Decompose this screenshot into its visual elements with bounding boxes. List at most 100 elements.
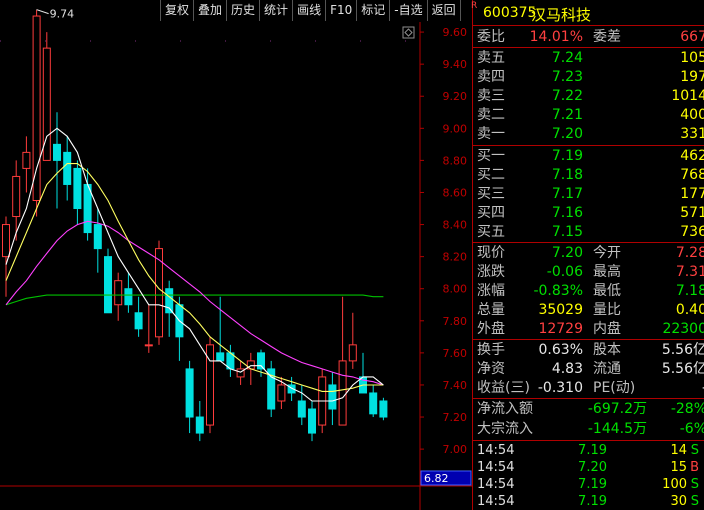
block-inflow-row: 大宗流入 -144.5万 -6% bbox=[473, 419, 704, 439]
quote-row: 涨跌 -0.06 最高 7.31 bbox=[473, 262, 704, 282]
y-tick-label: 9.40 bbox=[443, 58, 468, 71]
label: 涨幅 bbox=[477, 283, 505, 299]
ask-row: 卖四 7.23 197 bbox=[473, 67, 704, 87]
divider bbox=[473, 440, 704, 441]
f10-button[interactable]: F10 bbox=[326, 0, 358, 21]
y-tick-label: 7.40 bbox=[443, 379, 468, 392]
y-tick-label: 9.20 bbox=[443, 90, 468, 103]
candle-body-up bbox=[114, 280, 123, 306]
bid-price: 7.15 bbox=[551, 224, 583, 240]
tick-time: 14:54 bbox=[477, 460, 515, 475]
value: -697.2万 bbox=[587, 401, 647, 417]
statistics-button[interactable]: 统计 bbox=[260, 0, 294, 21]
tick-time: 14:54 bbox=[477, 443, 515, 458]
value: 667 bbox=[680, 29, 704, 45]
quote-row: 现价 7.20 今开 7.28 bbox=[473, 243, 704, 263]
label: 现价 bbox=[477, 245, 505, 261]
label: 委比 bbox=[477, 29, 505, 45]
bid-volume: 177 bbox=[680, 186, 704, 202]
stats-row: 换手 0.63% 股本 5.56亿 bbox=[473, 340, 704, 360]
label: 量比 bbox=[593, 302, 621, 318]
commission-ratio-row: 委比 14.01% 委差 667 bbox=[473, 27, 704, 47]
restore-rights-button[interactable]: 复权 bbox=[160, 0, 195, 21]
value: 5.56亿 bbox=[661, 342, 704, 358]
value: 7.31 bbox=[675, 264, 704, 280]
label: 净资 bbox=[477, 361, 505, 377]
candle-body-down bbox=[369, 392, 378, 415]
overlay-button[interactable]: 叠加 bbox=[194, 0, 228, 21]
quote-row: 总量 35029 量比 0.40 bbox=[473, 300, 704, 320]
y-tick-label: 9.00 bbox=[443, 122, 468, 135]
mark-button[interactable]: 标记 bbox=[357, 0, 391, 21]
candle-body-down bbox=[328, 384, 337, 410]
bid-row: 买三 7.17 177 bbox=[473, 184, 704, 204]
back-button[interactable]: 返回 bbox=[428, 0, 461, 21]
bid-price: 7.17 bbox=[551, 186, 583, 202]
max-price-pointer bbox=[36, 9, 49, 15]
ask-volume: 105 bbox=[680, 50, 704, 66]
tick-price: 7.19 bbox=[578, 477, 607, 492]
tick-time: 14:54 bbox=[477, 477, 515, 492]
chart-toolbar: 复权 叠加 历史 统计 画线 F10 标记 -自选 返回 bbox=[160, 0, 461, 22]
kline-chart-area[interactable]: 9.60 9.40 9.20 9.00 8.80 8.60 8.40 8.20 8.00 7.80… bbox=[0, 0, 472, 510]
tick-row: 14:54 7.20 15 B bbox=[473, 459, 704, 476]
candle-body-down bbox=[379, 400, 388, 418]
y-tick-label: 7.20 bbox=[443, 411, 468, 424]
percent: -28% bbox=[670, 401, 704, 417]
tick-price: 7.20 bbox=[578, 460, 607, 475]
candle-body-down bbox=[216, 352, 225, 362]
value: 35029 bbox=[538, 302, 583, 318]
chart-settings-icon[interactable] bbox=[402, 26, 415, 39]
ask-label: 卖二 bbox=[477, 107, 505, 123]
y-tick-label: 8.20 bbox=[443, 251, 468, 264]
candle-body-up bbox=[277, 384, 286, 402]
label: 换手 bbox=[477, 342, 505, 358]
tick-price: 7.19 bbox=[578, 443, 607, 458]
bid-row: 买二 7.18 768 bbox=[473, 165, 704, 185]
candle-body-down bbox=[165, 288, 174, 314]
stock-code: 600375 bbox=[483, 5, 537, 21]
label: 今开 bbox=[593, 245, 621, 261]
tick-row: 14:54 7.19 14 S bbox=[473, 442, 704, 459]
ma10-line bbox=[5, 163, 384, 392]
label: 收益(三) bbox=[477, 380, 530, 396]
ask-label: 卖一 bbox=[477, 126, 505, 142]
bid-volume: 462 bbox=[680, 148, 704, 164]
net-inflow-row: 净流入额 -697.2万 -28% bbox=[473, 399, 704, 419]
label: 最高 bbox=[593, 264, 621, 280]
label: 大宗流入 bbox=[477, 421, 533, 437]
label: PE(动) bbox=[593, 380, 636, 396]
percent: -6% bbox=[679, 421, 704, 437]
ask-volume: 1014 bbox=[671, 88, 704, 104]
ma60-line bbox=[5, 294, 384, 306]
candle-body-up bbox=[348, 344, 357, 362]
remove-watchlist-button[interactable]: -自选 bbox=[390, 0, 428, 21]
tick-row: 14:54 7.19 100 S bbox=[473, 476, 704, 493]
y-tick-label: 8.80 bbox=[443, 154, 468, 167]
y-tick-label: 8.60 bbox=[443, 186, 468, 199]
tick-volume: 100 bbox=[662, 477, 687, 492]
bid-label: 买二 bbox=[477, 167, 505, 183]
y-tick-label: 7.80 bbox=[443, 315, 468, 328]
kline-chart[interactable]: 9.60 9.40 9.20 9.00 8.80 8.60 8.40 8.20 8.00 7.80… bbox=[0, 0, 472, 510]
y-tick-label: 9.60 bbox=[443, 26, 468, 39]
ask-price: 7.22 bbox=[551, 88, 583, 104]
quote-row: 外盘 12729 内盘 22300 bbox=[473, 319, 704, 339]
tick-time: 14:54 bbox=[477, 494, 515, 509]
ask-price: 7.20 bbox=[551, 126, 583, 142]
label: 委差 bbox=[593, 29, 621, 45]
divider bbox=[473, 25, 704, 26]
candle-body-up bbox=[22, 151, 31, 169]
candle-body-down bbox=[308, 408, 316, 434]
bid-label: 买四 bbox=[477, 205, 505, 221]
tick-volume: 14 bbox=[670, 443, 687, 458]
ask-row: 卖二 7.21 400 bbox=[473, 105, 704, 125]
y-tick-label: 7.60 bbox=[443, 347, 468, 360]
current-price-marker-label: 6.82 bbox=[424, 472, 449, 485]
tick-direction: B bbox=[690, 460, 699, 475]
draw-line-button[interactable]: 画线 bbox=[293, 0, 327, 21]
y-tick-label: 8.40 bbox=[443, 219, 468, 232]
label: 最低 bbox=[593, 283, 621, 299]
value: -0.06 bbox=[546, 264, 583, 280]
history-button[interactable]: 历史 bbox=[227, 0, 261, 21]
